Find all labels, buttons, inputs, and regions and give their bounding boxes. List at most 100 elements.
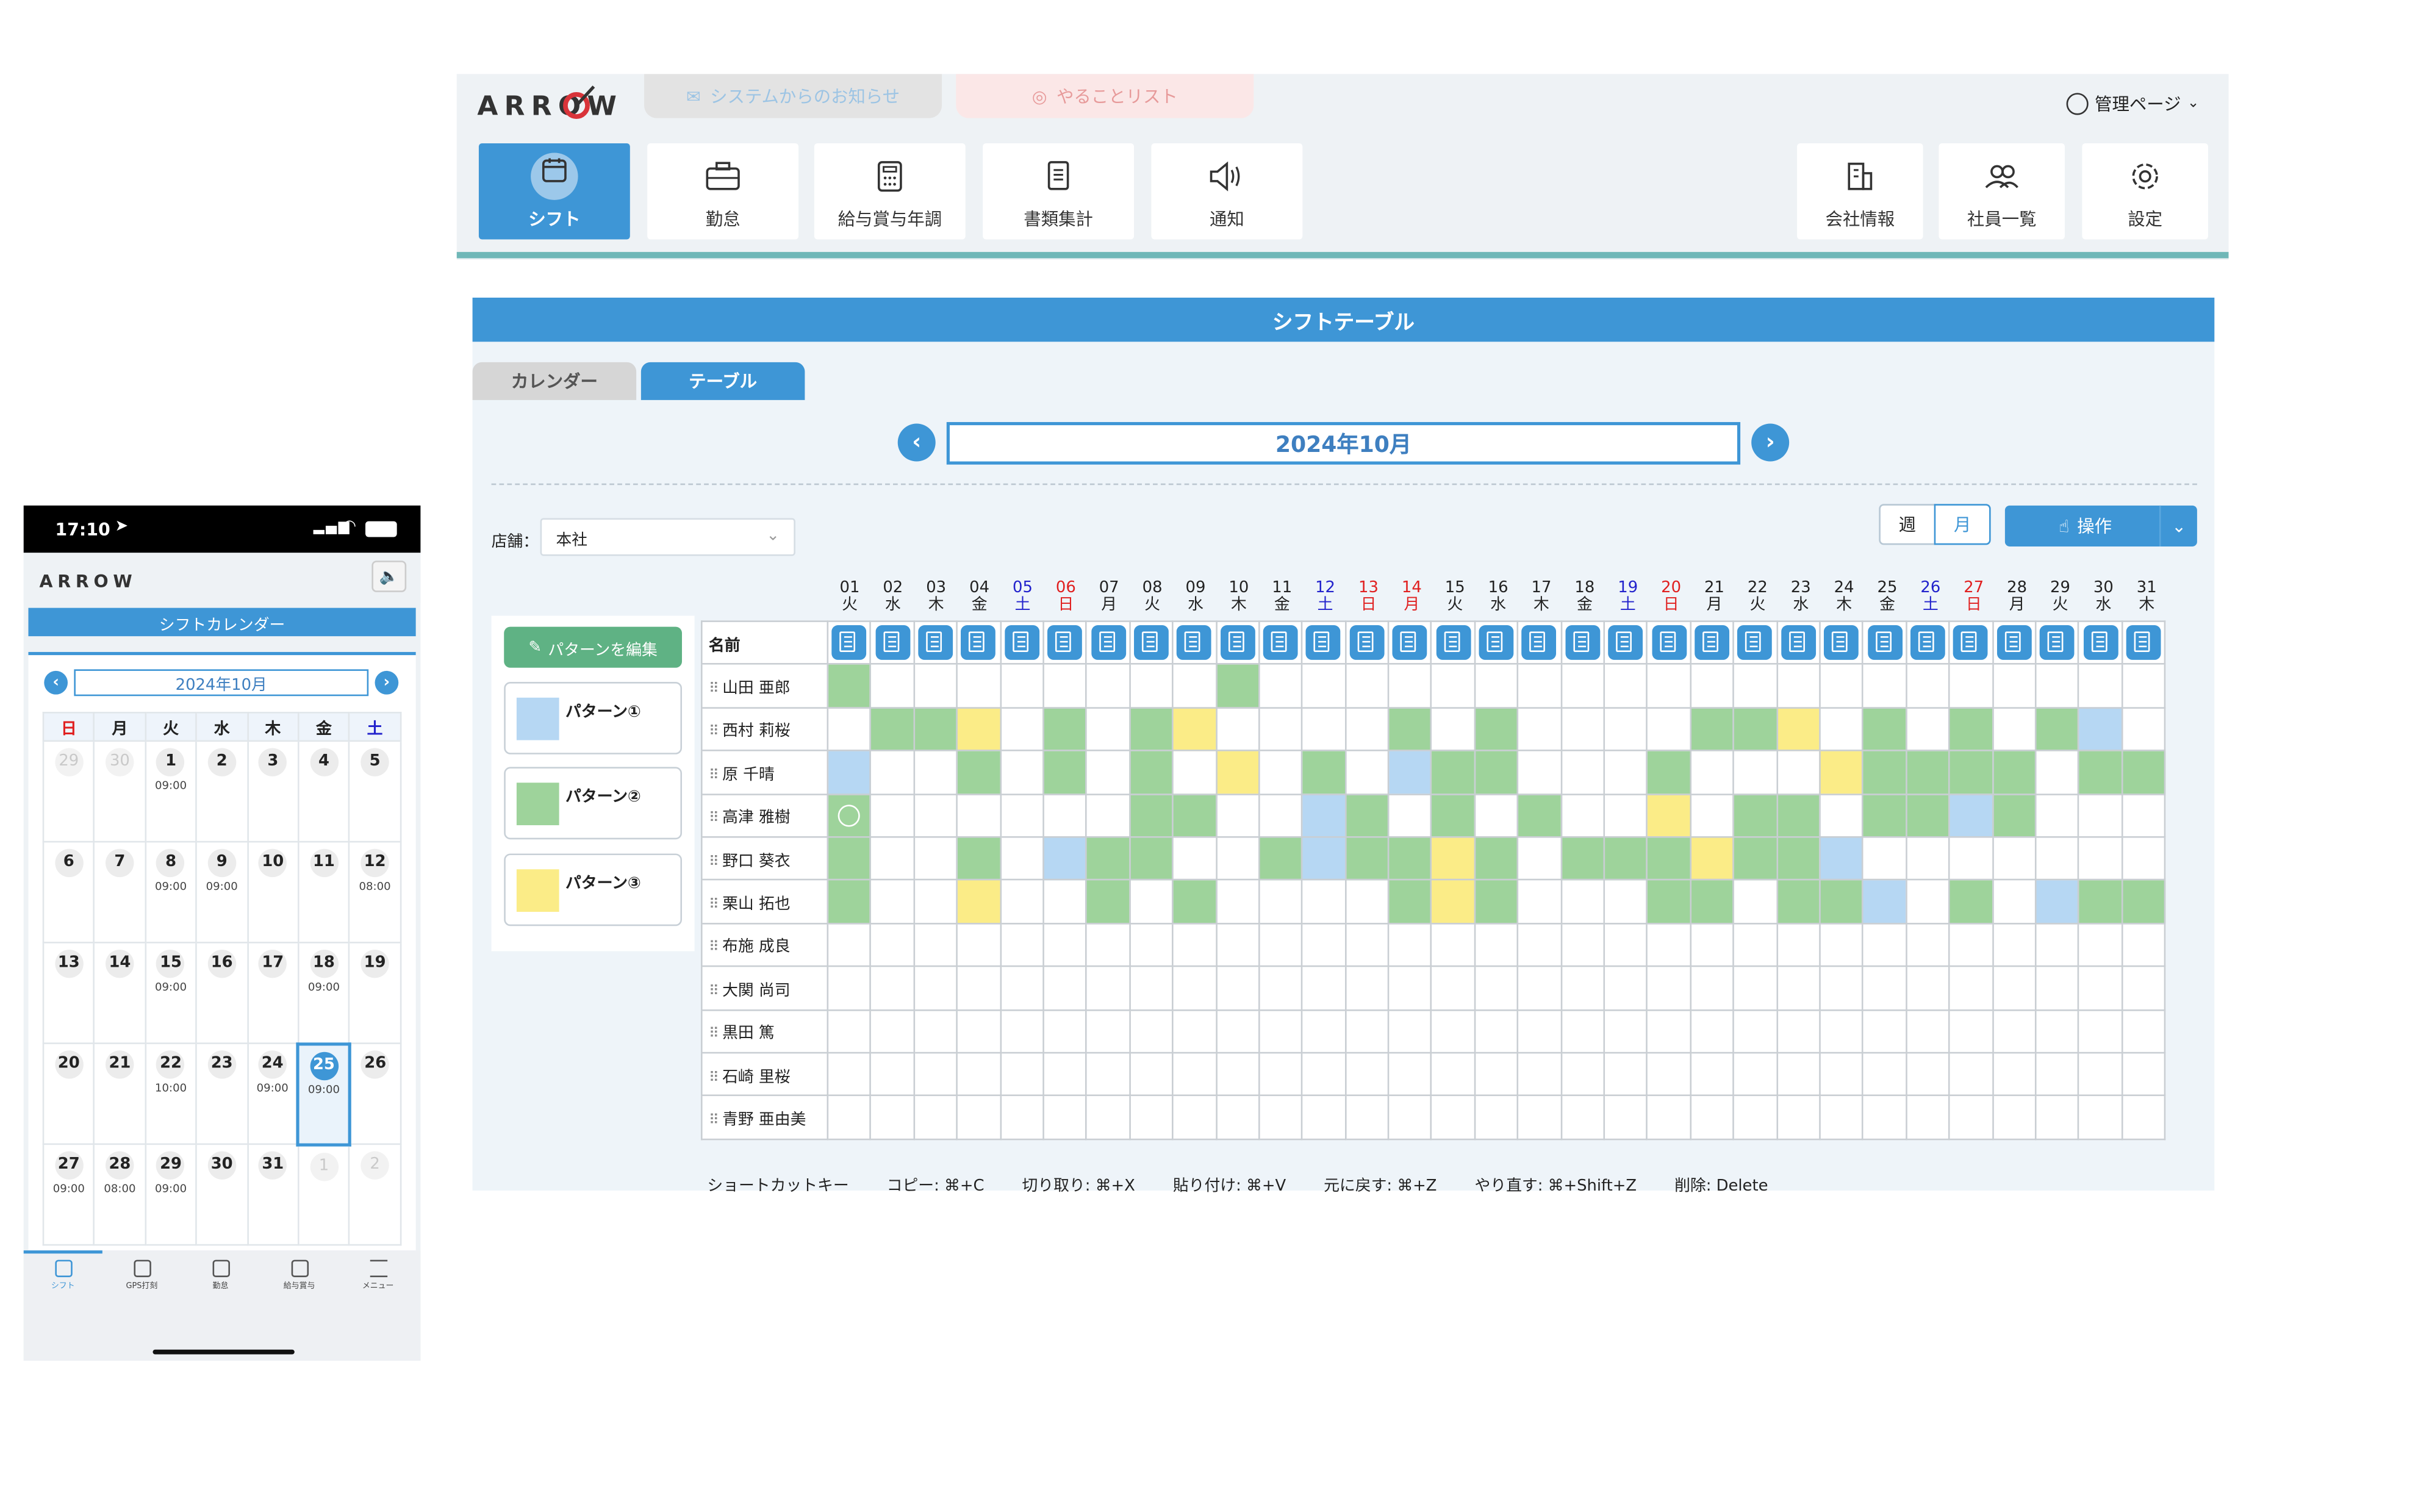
shift-cell[interactable] bbox=[956, 1008, 1002, 1054]
shift-cell[interactable] bbox=[1689, 750, 1735, 795]
shift-cell[interactable] bbox=[1646, 1052, 1691, 1097]
shift-cell[interactable] bbox=[1992, 664, 2037, 709]
calendar-day-cell[interactable]: 18 09:00 bbox=[297, 942, 351, 1044]
shift-cell[interactable] bbox=[1819, 836, 1864, 881]
shift-cell[interactable] bbox=[1819, 879, 1864, 924]
shift-cell[interactable] bbox=[2078, 966, 2123, 1011]
shift-cell[interactable] bbox=[827, 879, 872, 924]
nav-shift[interactable]: シフト bbox=[478, 143, 630, 240]
shift-cell[interactable] bbox=[1042, 1008, 1088, 1054]
shift-cell[interactable] bbox=[1387, 836, 1433, 881]
day-detail-icon[interactable] bbox=[918, 625, 953, 661]
shift-cell[interactable] bbox=[2121, 750, 2166, 795]
shift-cell[interactable] bbox=[2121, 706, 2166, 752]
day-detail-icon[interactable] bbox=[1695, 625, 1730, 661]
drag-handle-icon[interactable]: ⠿ bbox=[709, 1070, 719, 1086]
shift-cell[interactable] bbox=[1042, 879, 1088, 924]
speaker-icon[interactable]: 🔈 bbox=[371, 561, 407, 592]
shift-cell[interactable] bbox=[956, 879, 1002, 924]
shift-cell[interactable] bbox=[870, 793, 915, 838]
shift-cell[interactable] bbox=[1517, 1008, 1562, 1054]
phone-tab-gps[interactable]: GPS打刻 bbox=[102, 1259, 181, 1291]
shift-cell[interactable] bbox=[1344, 706, 1390, 752]
calendar-day-cell[interactable]: 2 bbox=[348, 1143, 401, 1246]
shift-cell[interactable] bbox=[1517, 1095, 1562, 1140]
nav-documents[interactable]: 書類集計 bbox=[983, 143, 1135, 240]
shift-cell[interactable] bbox=[2078, 750, 2123, 795]
shift-cell[interactable] bbox=[1215, 1052, 1260, 1097]
shift-cell[interactable] bbox=[1603, 793, 1648, 838]
shift-cell[interactable] bbox=[1603, 966, 1648, 1011]
shift-cell[interactable] bbox=[827, 1095, 872, 1140]
shift-cell[interactable] bbox=[2121, 966, 2166, 1011]
edit-pattern-button[interactable]: ✎ パターンを編集 bbox=[504, 626, 683, 668]
shift-cell[interactable] bbox=[1776, 922, 1821, 967]
shift-cell[interactable] bbox=[1387, 879, 1433, 924]
shift-cell[interactable] bbox=[827, 664, 872, 709]
shift-cell[interactable] bbox=[1905, 966, 1950, 1011]
shift-cell[interactable] bbox=[1215, 966, 1260, 1011]
shift-cell[interactable] bbox=[1344, 836, 1390, 881]
calendar-day-cell[interactable]: 28 08:00 bbox=[93, 1143, 146, 1246]
shift-cell[interactable] bbox=[1603, 664, 1648, 709]
shift-cell[interactable] bbox=[1776, 1008, 1821, 1054]
shift-cell[interactable] bbox=[1560, 793, 1605, 838]
shift-cell[interactable] bbox=[1776, 664, 1821, 709]
shift-cell[interactable] bbox=[1517, 793, 1562, 838]
shift-cell[interactable] bbox=[1603, 706, 1648, 752]
shift-cell[interactable] bbox=[1992, 966, 2037, 1011]
shift-cell[interactable] bbox=[1517, 836, 1562, 881]
shift-cell[interactable] bbox=[1387, 1052, 1433, 1097]
shift-cell[interactable] bbox=[1732, 664, 1778, 709]
calendar-day-cell[interactable]: 12 08:00 bbox=[348, 840, 401, 944]
shift-cell[interactable] bbox=[999, 1095, 1044, 1140]
shift-cell[interactable] bbox=[1992, 879, 2037, 924]
shift-cell[interactable] bbox=[1128, 664, 1174, 709]
day-detail-icon[interactable] bbox=[1565, 625, 1600, 661]
shift-cell[interactable] bbox=[1215, 836, 1260, 881]
calendar-day-cell[interactable]: 9 09:00 bbox=[195, 840, 248, 944]
day-detail-icon[interactable] bbox=[1608, 625, 1643, 661]
shift-cell[interactable] bbox=[913, 879, 958, 924]
shift-cell[interactable] bbox=[1172, 1052, 1217, 1097]
shift-cell[interactable] bbox=[1862, 922, 1907, 967]
shift-cell[interactable] bbox=[2121, 1008, 2166, 1054]
phone-prev-month-button[interactable]: ‹ bbox=[44, 670, 68, 695]
drag-handle-icon[interactable]: ⠿ bbox=[709, 682, 719, 698]
shift-cell[interactable] bbox=[1258, 1052, 1304, 1097]
shift-cell[interactable] bbox=[2078, 1052, 2123, 1097]
shift-cell[interactable] bbox=[2034, 793, 2080, 838]
shift-cell[interactable] bbox=[1474, 1052, 1519, 1097]
shift-cell[interactable] bbox=[1560, 966, 1605, 1011]
shift-cell[interactable] bbox=[1646, 793, 1691, 838]
shift-cell[interactable] bbox=[1689, 1095, 1735, 1140]
shift-cell[interactable] bbox=[1387, 750, 1433, 795]
shift-cell[interactable] bbox=[1344, 966, 1390, 1011]
shift-cell[interactable] bbox=[1948, 879, 1993, 924]
shift-cell[interactable] bbox=[1474, 1008, 1519, 1054]
employee-name-cell[interactable]: ⠿ 山田 亜郎 bbox=[700, 664, 829, 709]
shift-cell[interactable] bbox=[913, 922, 958, 967]
calendar-day-cell[interactable]: 17 bbox=[246, 942, 300, 1044]
shift-cell[interactable] bbox=[1862, 1008, 1907, 1054]
day-detail-icon[interactable] bbox=[2040, 625, 2075, 661]
shift-cell[interactable] bbox=[1948, 750, 1993, 795]
shift-cell[interactable] bbox=[1732, 879, 1778, 924]
shift-cell[interactable] bbox=[1603, 922, 1648, 967]
store-select[interactable]: 本社 ⌄ bbox=[540, 518, 795, 556]
notice-tab[interactable]: ✉ システムからのお知らせ bbox=[644, 74, 942, 118]
calendar-day-cell[interactable]: 29 09:00 bbox=[144, 1143, 198, 1246]
day-detail-icon[interactable] bbox=[1737, 625, 1773, 661]
shift-cell[interactable] bbox=[2078, 836, 2123, 881]
shift-cell[interactable] bbox=[1085, 966, 1131, 1011]
shift-cell[interactable] bbox=[1862, 836, 1907, 881]
shift-cell[interactable] bbox=[2034, 836, 2080, 881]
shift-cell[interactable] bbox=[1430, 664, 1476, 709]
shift-cell[interactable] bbox=[1992, 1008, 2037, 1054]
shift-cell[interactable] bbox=[1560, 836, 1605, 881]
shift-cell[interactable] bbox=[2034, 664, 2080, 709]
shift-cell[interactable] bbox=[1474, 706, 1519, 752]
admin-menu[interactable]: 管理ページ ⌄ bbox=[2066, 91, 2199, 116]
calendar-day-cell[interactable]: 26 bbox=[348, 1042, 401, 1145]
shift-cell[interactable] bbox=[1776, 966, 1821, 1011]
